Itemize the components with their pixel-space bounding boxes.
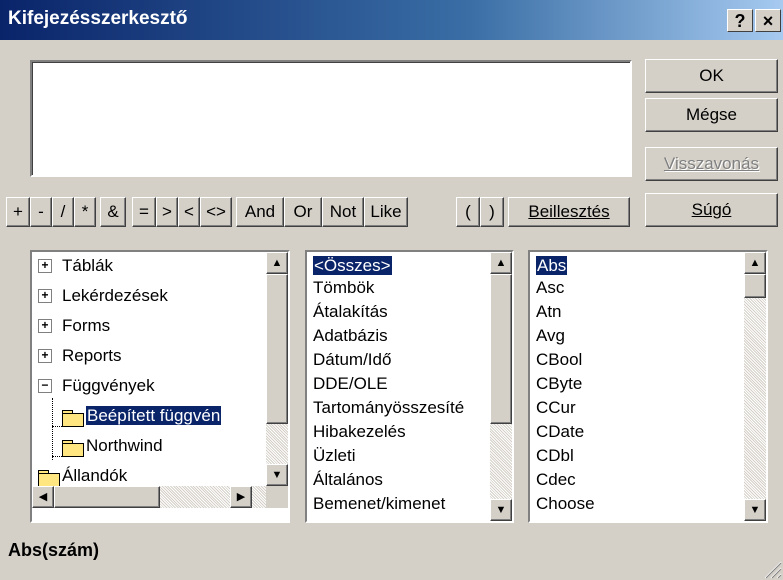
expand-icon[interactable]: + <box>38 319 52 333</box>
list-item[interactable]: CDate <box>536 420 584 444</box>
divide-operator-button[interactable]: / <box>52 197 74 227</box>
tree-item-tables[interactable]: Táblák <box>62 254 113 278</box>
cancel-button[interactable]: Mégse <box>645 98 778 132</box>
function-vertical-scrollbar[interactable]: ▲ ▼ <box>744 252 766 521</box>
folder-icon <box>62 440 84 457</box>
list-item[interactable]: Általános <box>313 468 383 492</box>
tree-item-functions[interactable]: Függvények <box>62 374 155 398</box>
close-title-button[interactable]: × <box>755 9 781 32</box>
tree-item-northwind[interactable]: Northwind <box>86 434 163 458</box>
scroll-down-icon[interactable]: ▼ <box>490 499 512 521</box>
scroll-thumb[interactable] <box>744 274 766 298</box>
scroll-right-icon[interactable]: ▶ <box>230 486 252 508</box>
list-item[interactable]: Adatbázis <box>313 324 388 348</box>
tree-item-reports[interactable]: Reports <box>62 344 122 368</box>
open-paren-button[interactable]: ( <box>456 197 480 227</box>
list-item[interactable]: Dátum/Idő <box>313 348 391 372</box>
scroll-up-icon[interactable]: ▲ <box>744 252 766 274</box>
scroll-thumb[interactable] <box>266 274 288 424</box>
list-item[interactable]: Choose <box>536 492 595 516</box>
list-item[interactable]: <Összes> <box>313 254 392 278</box>
expression-builder-window: Kifejezésszerkesztő ? × OK Mégse Visszav… <box>0 0 783 580</box>
title-bar: Kifejezésszerkesztő ? × <box>0 0 783 40</box>
paste-label: Beillesztés <box>528 202 610 221</box>
not-equal-operator-button[interactable]: <> <box>200 197 232 227</box>
greater-operator-button[interactable]: > <box>156 197 178 227</box>
expression-input[interactable] <box>30 60 632 177</box>
list-item[interactable]: Átalakítás <box>313 300 388 324</box>
resize-grip-icon[interactable] <box>760 557 782 579</box>
or-operator-button[interactable]: Or <box>284 197 322 227</box>
folder-icon <box>37 258 59 274</box>
scroll-up-icon[interactable]: ▲ <box>490 252 512 274</box>
category-list[interactable]: <Összes> Tömbök Átalakítás Adatbázis Dát… <box>305 250 514 523</box>
list-item[interactable]: CCur <box>536 396 576 420</box>
minus-operator-button[interactable]: - <box>30 197 52 227</box>
object-tree[interactable]: + Táblák + Lekérdezések + Forms + Report… <box>30 250 290 523</box>
category-vertical-scrollbar[interactable]: ▲ ▼ <box>490 252 512 521</box>
scroll-down-icon[interactable]: ▼ <box>266 464 288 486</box>
scroll-thumb[interactable] <box>490 274 512 424</box>
tree-line <box>52 398 54 460</box>
list-item[interactable]: Cdec <box>536 468 576 492</box>
tree-vertical-scrollbar[interactable]: ▲ ▼ <box>266 252 288 486</box>
tree-item-constants[interactable]: Állandók <box>62 464 127 488</box>
list-item[interactable]: DDE/OLE <box>313 372 388 396</box>
list-item[interactable]: Atn <box>536 300 562 324</box>
list-item[interactable]: CDbl <box>536 444 574 468</box>
help-title-button[interactable]: ? <box>727 9 753 32</box>
ok-button[interactable]: OK <box>645 59 778 93</box>
not-operator-button[interactable]: Not <box>322 197 364 227</box>
list-item[interactable]: Tartományösszesíté <box>313 396 464 420</box>
list-item[interactable]: CBool <box>536 348 582 372</box>
less-operator-button[interactable]: < <box>178 197 200 227</box>
scroll-thumb[interactable] <box>54 486 160 508</box>
and-operator-button[interactable]: And <box>236 197 284 227</box>
plus-operator-button[interactable]: + <box>6 197 30 227</box>
tree-item-builtin-functions[interactable]: Beépített függvén <box>86 404 222 428</box>
help-label: Súgó <box>691 200 732 219</box>
tree-horizontal-scrollbar[interactable]: ◀ ▶ <box>32 486 266 508</box>
list-item[interactable]: Hibakezelés <box>313 420 406 444</box>
list-item[interactable]: Bemenet/kimenet <box>313 492 445 516</box>
list-item[interactable]: Tömbök <box>313 276 374 300</box>
folder-icon <box>38 470 60 487</box>
list-item[interactable]: Üzleti <box>313 444 356 468</box>
expand-icon[interactable]: + <box>38 289 52 303</box>
expand-icon[interactable]: + <box>38 349 52 363</box>
like-operator-button[interactable]: Like <box>364 197 408 227</box>
list-item[interactable]: CByte <box>536 372 582 396</box>
open-folder-icon <box>62 410 84 427</box>
undo-button[interactable]: Visszavonás <box>645 147 778 181</box>
syntax-status: Abs(szám) <box>8 540 100 560</box>
list-item[interactable]: Asc <box>536 276 564 300</box>
undo-label: Visszavonás <box>663 154 760 173</box>
tree-line <box>52 426 62 428</box>
help-button[interactable]: Súgó <box>645 193 778 227</box>
equals-operator-button[interactable]: = <box>132 197 156 227</box>
multiply-operator-button[interactable]: * <box>74 197 96 227</box>
list-item[interactable]: Abs <box>536 254 568 278</box>
tree-item-forms[interactable]: Forms <box>62 314 110 338</box>
scroll-corner <box>266 486 288 508</box>
function-list[interactable]: Abs Asc Atn Avg CBool CByte CCur CDate C… <box>528 250 768 523</box>
scroll-left-icon[interactable]: ◀ <box>32 486 54 508</box>
collapse-icon[interactable]: − <box>38 379 52 393</box>
close-paren-button[interactable]: ) <box>480 197 504 227</box>
tree-line <box>52 456 62 458</box>
scroll-up-icon[interactable]: ▲ <box>266 252 288 274</box>
window-title: Kifejezésszerkesztő <box>8 8 188 29</box>
list-item[interactable]: Avg <box>536 324 565 348</box>
paste-button[interactable]: Beillesztés <box>508 197 630 227</box>
scroll-down-icon[interactable]: ▼ <box>744 499 766 521</box>
tree-item-queries[interactable]: Lekérdezések <box>62 284 168 308</box>
concat-operator-button[interactable]: & <box>100 197 126 227</box>
